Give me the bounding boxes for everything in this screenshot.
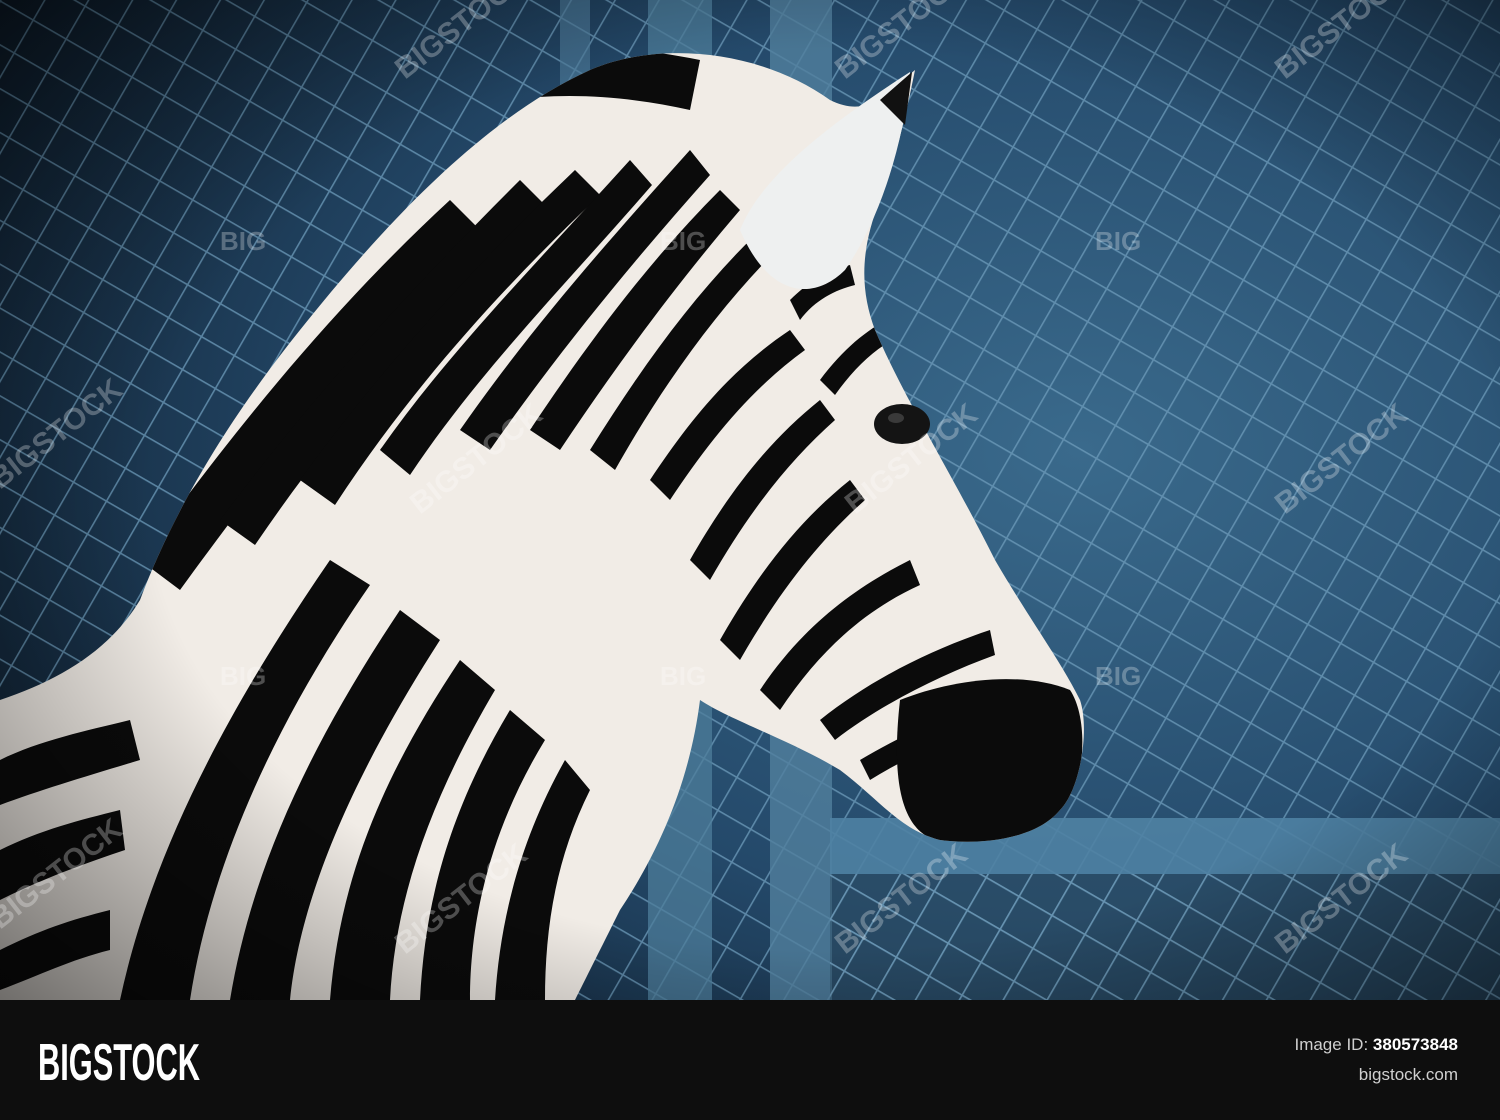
site-link[interactable]: bigstock.com [1294,1060,1458,1090]
image-meta: Image ID: 380573848 bigstock.com [1294,1030,1458,1090]
svg-text:BIG: BIG [660,661,706,691]
svg-text:BIG: BIG [660,226,706,256]
bigstock-logo: BIGSTOCK [38,1034,200,1092]
image-id-value: 380573848 [1372,1035,1458,1054]
svg-text:BIGSTOCK: BIGSTOCK [38,1034,200,1092]
svg-text:BIG: BIG [1095,226,1141,256]
svg-text:BIG: BIG [1095,661,1141,691]
image-id-line: Image ID: 380573848 [1294,1030,1458,1060]
zebra-photo: BIG BIG BIG BIG BIG BIG BIGSTOCK BIGSTOC… [0,0,1500,1000]
footer-bar: BIGSTOCK Image ID: 380573848 bigstock.co… [0,1000,1500,1120]
svg-text:BIG: BIG [220,661,266,691]
stock-photo-page: BIG BIG BIG BIG BIG BIG BIGSTOCK BIGSTOC… [0,0,1500,1120]
image-id-label: Image ID: [1294,1035,1369,1054]
svg-text:BIG: BIG [220,226,266,256]
